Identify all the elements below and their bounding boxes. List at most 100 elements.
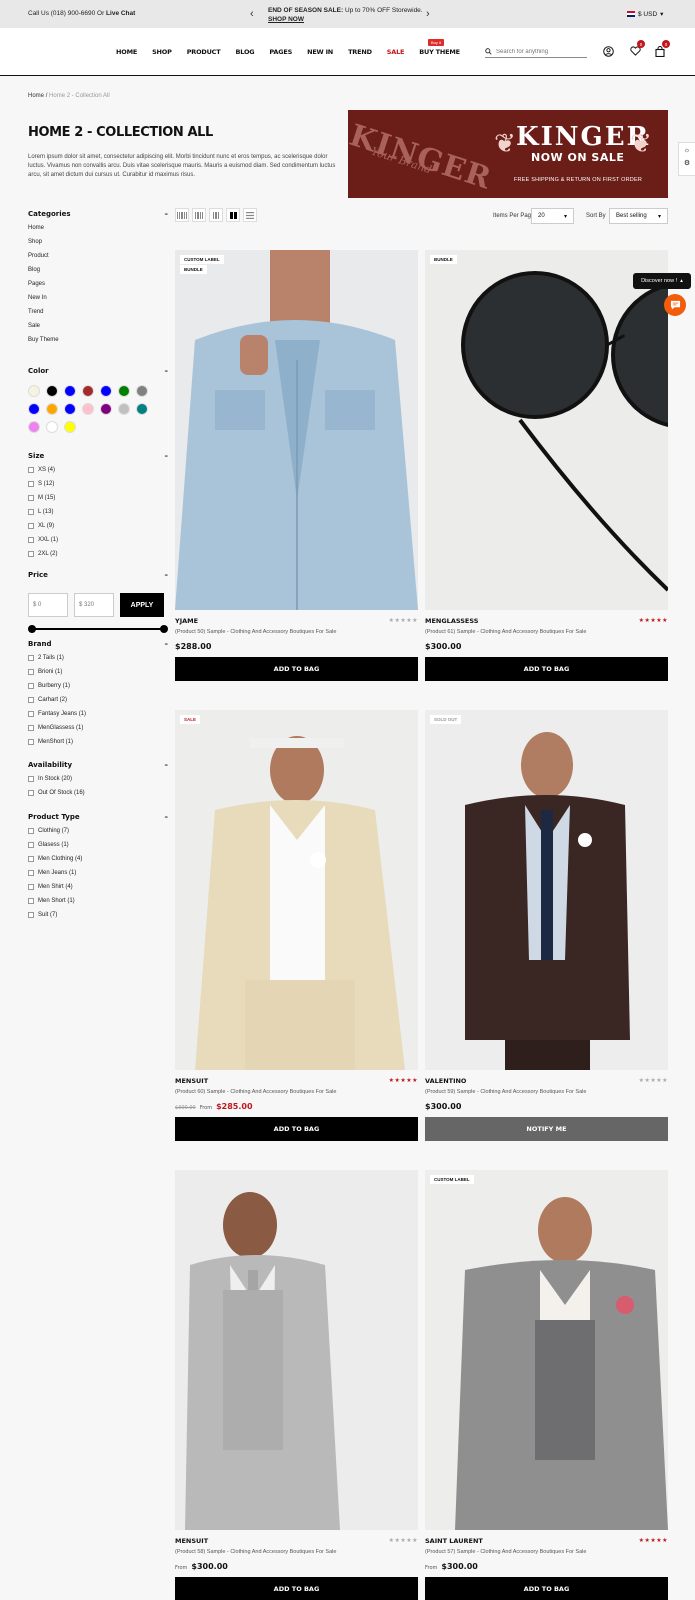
checkbox[interactable]	[28, 509, 34, 515]
nav-home[interactable]: HOME	[116, 48, 137, 56]
product-name[interactable]: SAINT LAURENT	[425, 1537, 483, 1545]
chat-button[interactable]	[664, 294, 686, 316]
product-image[interactable]: BUNDLE	[425, 250, 668, 610]
product-name[interactable]: MENSUIT	[175, 1537, 208, 1545]
checkbox[interactable]	[28, 697, 34, 703]
product-name[interactable]: VALENTINO	[425, 1077, 466, 1085]
currency-selector[interactable]: $ USD ▾	[627, 10, 663, 18]
checkbox[interactable]	[28, 884, 34, 890]
availability-option[interactable]: Out Of Stock (16)	[28, 786, 168, 800]
category-item[interactable]: Product	[28, 249, 168, 263]
size-option[interactable]: XXL (1)	[28, 533, 168, 547]
color-heading[interactable]: Color –	[28, 367, 168, 375]
product-card[interactable]: CUSTOM LABEL BUNDLE YJAME ★★★★★ (Product …	[175, 250, 418, 681]
add-to-bag-button[interactable]: ADD TO BAG	[425, 657, 668, 681]
color-swatch[interactable]	[136, 403, 148, 415]
discover-button[interactable]: Discover now ! ▴	[633, 273, 691, 289]
color-swatch[interactable]	[136, 385, 148, 397]
grid-6-view-button[interactable]	[175, 208, 189, 222]
notify-me-button[interactable]: NOTIFY ME	[425, 1117, 668, 1141]
size-heading[interactable]: Size –	[28, 452, 168, 460]
product-image[interactable]: SOLD OUT	[425, 710, 668, 1070]
checkbox[interactable]	[28, 828, 34, 834]
categories-heading[interactable]: Categories –	[28, 210, 168, 218]
category-item[interactable]: Trend	[28, 305, 168, 319]
product-name[interactable]: YJAME	[175, 617, 198, 625]
checkbox[interactable]	[28, 870, 34, 876]
checkbox[interactable]	[28, 537, 34, 543]
color-swatch[interactable]	[100, 385, 112, 397]
product-name[interactable]: MENGLASSESS	[425, 617, 478, 625]
breadcrumb-home[interactable]: Home	[28, 93, 44, 99]
checkbox[interactable]	[28, 711, 34, 717]
color-swatch[interactable]	[46, 385, 58, 397]
price-min-input[interactable]: $ 0	[28, 593, 68, 617]
size-option[interactable]: XL (9)	[28, 519, 168, 533]
category-item[interactable]: Home	[28, 221, 168, 235]
checkbox[interactable]	[28, 725, 34, 731]
type-option[interactable]: Men Clothing (4)	[28, 852, 168, 866]
color-swatch[interactable]	[64, 421, 76, 433]
checkbox[interactable]	[28, 495, 34, 501]
color-swatch[interactable]	[28, 403, 40, 415]
product-image[interactable]	[175, 1170, 418, 1530]
type-option[interactable]: Men Short (1)	[28, 894, 168, 908]
collapse-icon[interactable]: –	[165, 813, 169, 821]
price-slider[interactable]	[28, 625, 168, 633]
product-image[interactable]: CUSTOM LABEL	[425, 1170, 668, 1530]
category-item[interactable]: Blog	[28, 263, 168, 277]
nav-product[interactable]: PRODUCT	[187, 48, 221, 56]
live-chat-link[interactable]: Live Chat	[106, 10, 135, 17]
checkbox[interactable]	[28, 669, 34, 675]
brand-option[interactable]: Burberry (1)	[28, 679, 168, 693]
color-swatch[interactable]	[82, 403, 94, 415]
collapse-icon[interactable]: –	[165, 210, 169, 218]
add-to-bag-button[interactable]: ADD TO BAG	[175, 1117, 418, 1141]
checkbox[interactable]	[28, 776, 34, 782]
collapse-icon[interactable]: –	[165, 761, 169, 769]
nav-new-in[interactable]: NEW IN	[307, 48, 333, 56]
size-option[interactable]: S (12)	[28, 477, 168, 491]
cart-icon[interactable]: 0	[653, 40, 670, 58]
add-to-bag-button[interactable]: ADD TO BAG	[175, 1577, 418, 1600]
brand-option[interactable]: MenShort (1)	[28, 735, 168, 749]
chevron-left-icon[interactable]: ‹	[250, 8, 254, 20]
checkbox[interactable]	[28, 683, 34, 689]
checkbox[interactable]	[28, 481, 34, 487]
nav-trend[interactable]: TREND	[348, 48, 372, 56]
color-swatch[interactable]	[118, 385, 130, 397]
nav-shop[interactable]: SHOP	[152, 48, 172, 56]
collapse-icon[interactable]: –	[165, 571, 169, 579]
checkbox[interactable]	[28, 790, 34, 796]
brand-option[interactable]: Carhart (2)	[28, 693, 168, 707]
grid-4-view-button[interactable]	[209, 208, 223, 222]
size-option[interactable]: 2XL (2)	[28, 547, 168, 561]
category-item[interactable]: New In	[28, 291, 168, 305]
color-swatch[interactable]	[64, 403, 76, 415]
color-swatch[interactable]	[64, 385, 76, 397]
product-type-heading[interactable]: Product Type –	[28, 813, 168, 821]
collapse-icon[interactable]: –	[165, 640, 169, 648]
product-card[interactable]: SALE MENSUIT ★★★★★ (Product 60) Sample - …	[175, 710, 418, 1141]
checkbox[interactable]	[28, 842, 34, 848]
nav-pages[interactable]: PAGES	[269, 48, 292, 56]
price-max-input[interactable]: $ 320	[74, 593, 114, 617]
slider-max-handle[interactable]	[160, 625, 168, 633]
nav-sale[interactable]: SALE	[387, 48, 405, 56]
category-item[interactable]: Sale	[28, 319, 168, 333]
wishlist-icon[interactable]: 0	[628, 40, 645, 58]
type-option[interactable]: Glasess (1)	[28, 838, 168, 852]
checkbox[interactable]	[28, 898, 34, 904]
color-swatch[interactable]	[46, 421, 58, 433]
color-swatch[interactable]	[82, 385, 94, 397]
color-swatch[interactable]	[28, 385, 40, 397]
availability-heading[interactable]: Availability –	[28, 761, 168, 769]
chevron-right-icon[interactable]: ›	[426, 8, 430, 20]
checkbox[interactable]	[28, 467, 34, 473]
color-swatch[interactable]	[118, 403, 130, 415]
account-icon[interactable]	[601, 44, 615, 58]
color-swatch[interactable]	[46, 403, 58, 415]
grid-2-view-button[interactable]	[226, 208, 240, 222]
size-option[interactable]: XS (4)	[28, 463, 168, 477]
collapse-icon[interactable]: –	[165, 452, 169, 460]
